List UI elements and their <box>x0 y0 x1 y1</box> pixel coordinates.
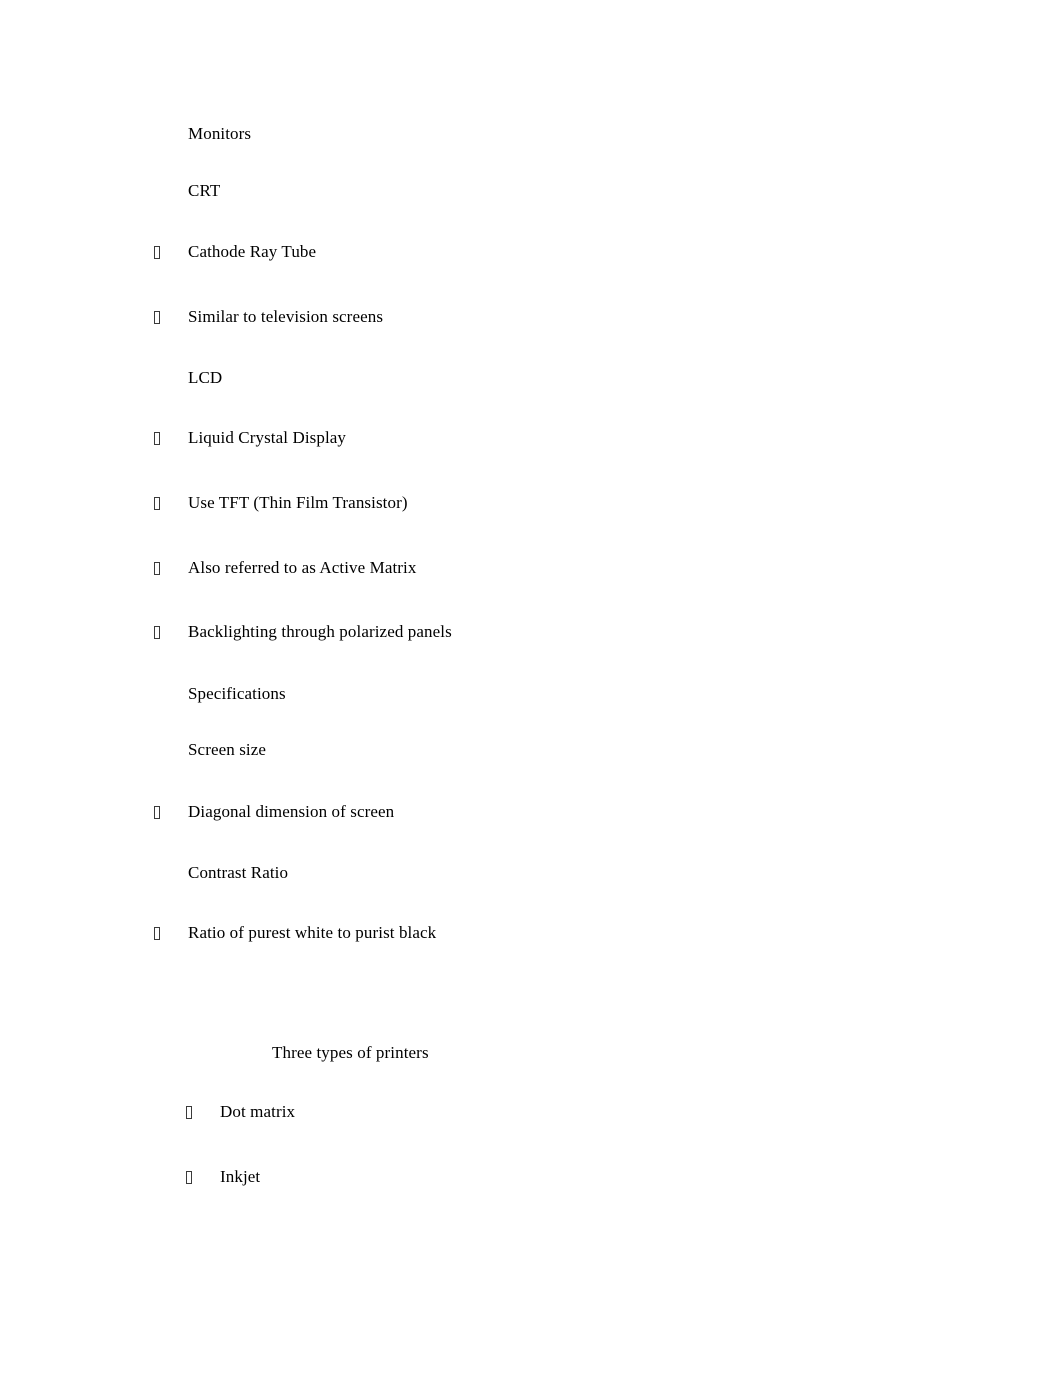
tofu-box-bullet-icon <box>154 241 168 263</box>
outline-heading-screen-size: Screen size <box>0 739 1062 761</box>
tofu-box-bullet-icon <box>154 801 168 823</box>
tofu-box-bullet-icon <box>154 427 168 449</box>
bullet-item-backlighting: Backlighting through polarized panels <box>0 621 1062 643</box>
bullet-item-use-tft: Use TFT (Thin Film Transistor) <box>0 492 1062 514</box>
tofu-box-bullet-icon <box>154 492 168 514</box>
tofu-box-bullet-icon <box>154 306 168 328</box>
bullet-item-cathode-ray-tube: Cathode Ray Tube <box>0 241 1062 263</box>
outline-heading-lcd: LCD <box>0 367 1062 389</box>
bullet-item-similar-television: Similar to television screens <box>0 306 1062 328</box>
bullet-item-label: Diagonal dimension of screen <box>188 802 395 821</box>
outline-heading-label: LCD <box>188 368 223 387</box>
bullet-item-dot-matrix: Dot matrix <box>0 1101 1062 1123</box>
outline-heading-monitors: Monitors <box>0 123 1062 145</box>
bullet-item-liquid-crystal-display: Liquid Crystal Display <box>0 427 1062 449</box>
bullet-item-label: Dot matrix <box>220 1102 296 1121</box>
bullet-item-label: Also referred to as Active Matrix <box>188 558 417 577</box>
bullet-item-label: Cathode Ray Tube <box>188 242 317 261</box>
bullet-item-ratio-white-black: Ratio of purest white to purist black <box>0 922 1062 944</box>
bullet-item-label: Inkjet <box>220 1167 261 1186</box>
bullet-item-label: Backlighting through polarized panels <box>188 622 452 641</box>
outline-heading-label: CRT <box>188 181 221 200</box>
tofu-box-bullet-icon <box>186 1166 200 1188</box>
bullet-item-inkjet: Inkjet <box>0 1166 1062 1188</box>
bullet-item-label: Similar to television screens <box>188 307 384 326</box>
bullet-item-label: Liquid Crystal Display <box>188 428 347 447</box>
outline-heading-label: Specifications <box>188 684 286 703</box>
outline-heading-three-types-of-printers: Three types of printers <box>0 1042 1062 1064</box>
outline-heading-crt: CRT <box>0 180 1062 202</box>
tofu-box-bullet-icon <box>154 621 168 643</box>
bullet-item-active-matrix: Also referred to as Active Matrix <box>0 557 1062 579</box>
bullet-item-diagonal-dimension: Diagonal dimension of screen <box>0 801 1062 823</box>
outline-heading-contrast-ratio: Contrast Ratio <box>0 862 1062 884</box>
bullet-item-label: Use TFT (Thin Film Transistor) <box>188 493 408 512</box>
tofu-box-bullet-icon <box>154 557 168 579</box>
outline-heading-label: Three types of printers <box>272 1043 429 1062</box>
bullet-item-label: Ratio of purest white to purist black <box>188 923 437 942</box>
document-page: Monitors CRT Cathode Ray Tube Similar to… <box>0 0 1062 1376</box>
outline-heading-label: Monitors <box>188 124 252 143</box>
tofu-box-bullet-icon <box>154 922 168 944</box>
outline-heading-label: Screen size <box>188 740 267 759</box>
outline-heading-label: Contrast Ratio <box>188 863 289 882</box>
outline-heading-specifications: Specifications <box>0 683 1062 705</box>
tofu-box-bullet-icon <box>186 1101 200 1123</box>
